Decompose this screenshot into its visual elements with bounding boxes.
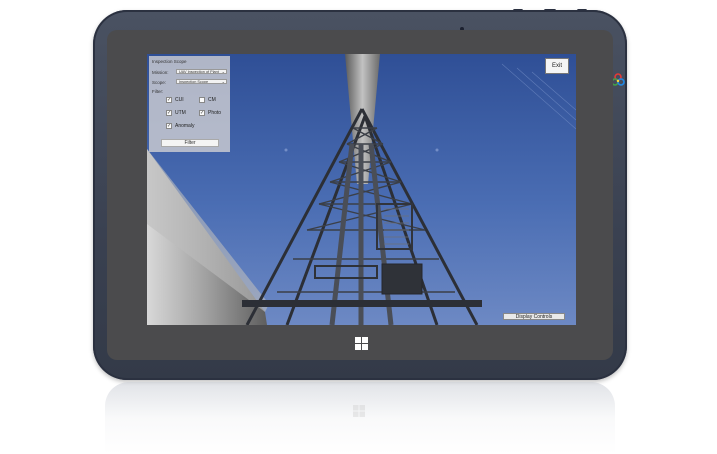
chevron-down-icon: ⌄: [221, 69, 225, 74]
checkbox-cui-label: CUI: [175, 97, 184, 103]
checkbox-photo[interactable]: ✓: [199, 110, 205, 116]
hardware-button[interactable]: [577, 9, 587, 12]
mission-label: Mission:: [152, 70, 169, 75]
mission-select-value: UAV Inspection of Plant: [179, 70, 219, 74]
checkbox-cui[interactable]: ✓: [166, 97, 172, 103]
checkbox-cm[interactable]: [199, 97, 205, 103]
scope-select[interactable]: Inspection Scope ⌄: [176, 79, 227, 84]
windows-logo-icon[interactable]: [355, 337, 368, 350]
checkbox-utm-label: UTM: [175, 110, 186, 116]
brand-logo-icon: [611, 73, 625, 86]
app-screen: Inspection Scope Mission: UAV Inspection…: [147, 54, 576, 325]
checkbox-anomaly-label: Anomaly: [175, 123, 195, 129]
filter-label: Filter:: [152, 89, 164, 94]
checkbox-anomaly[interactable]: ✓: [166, 123, 172, 129]
chevron-down-icon: ⌄: [221, 79, 225, 84]
scope-select-value: Inspection Scope: [179, 80, 209, 84]
scope-label: Scope:: [152, 80, 167, 85]
hardware-button[interactable]: [513, 9, 523, 12]
mission-select[interactable]: UAV Inspection of Plant ⌄: [176, 69, 227, 74]
filter-button[interactable]: Filter: [161, 139, 219, 147]
panel-title: Inspection Scope: [152, 59, 187, 64]
checkbox-cm-label: CM: [208, 97, 216, 103]
windows-logo-reflection-icon: [353, 405, 365, 417]
checkbox-photo-label: Photo: [208, 110, 222, 116]
exit-button[interactable]: Exit: [545, 58, 569, 74]
hardware-button[interactable]: [544, 9, 556, 12]
tablet-reflection: [105, 382, 615, 454]
inspection-scope-panel: Inspection Scope Mission: UAV Inspection…: [149, 56, 230, 152]
checkbox-utm[interactable]: ✓: [166, 110, 172, 116]
display-controls-button[interactable]: Display Controls: [503, 313, 565, 320]
